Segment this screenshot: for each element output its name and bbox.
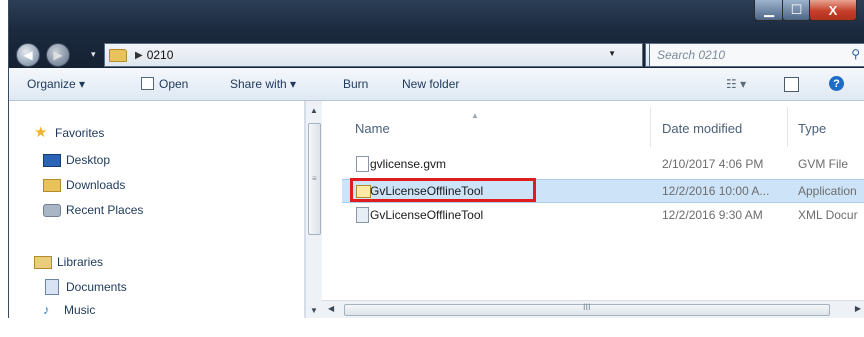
- breadcrumb-chevron-icon[interactable]: ▶: [135, 50, 143, 61]
- sidebar-item-label: Downloads: [66, 178, 126, 192]
- file-date: 2/10/2017 4:06 PM: [662, 157, 764, 171]
- sidebar-item-label: Desktop: [66, 153, 111, 167]
- maximize-icon: ☐: [790, 2, 803, 17]
- downloads-folder-icon: [43, 178, 61, 192]
- star-icon: ★: [34, 124, 48, 141]
- document-file-icon: [356, 156, 369, 172]
- sort-ascending-icon: ▲: [471, 111, 479, 120]
- sidebar-item-label: Music: [64, 303, 96, 317]
- minimize-icon: ▁: [764, 2, 774, 17]
- breadcrumb-folder[interactable]: 0210: [147, 48, 174, 62]
- preview-pane-icon[interactable]: [784, 77, 799, 92]
- sidebar-item-label: Libraries: [57, 255, 104, 269]
- documents-icon: [45, 279, 59, 295]
- burn-button[interactable]: Burn: [343, 77, 368, 91]
- open-button[interactable]: Open: [141, 77, 188, 91]
- file-type: GVM File: [798, 157, 849, 171]
- column-divider[interactable]: [787, 107, 788, 147]
- back-arrow-icon: ◀: [23, 48, 33, 62]
- back-button[interactable]: ◀: [16, 43, 40, 67]
- sidebar-item-label: Favorites: [55, 126, 105, 140]
- close-button[interactable]: X: [809, 0, 857, 21]
- forward-arrow-icon: ▶: [53, 48, 63, 62]
- file-row[interactable]: GvLicenseOfflineTool 12/2/2016 9:30 AM X…: [342, 204, 864, 226]
- scroll-down-icon[interactable]: ▼: [310, 306, 318, 315]
- search-field[interactable]: Search 0210 ⚲: [649, 43, 864, 67]
- sidebar-item-label: Documents: [66, 280, 127, 294]
- sidebar-item-downloads[interactable]: Downloads: [43, 178, 125, 192]
- scrollbar-thumb[interactable]: ≡: [308, 123, 321, 235]
- file-list: ▲ Name Date modified Type gvlicense.gvm …: [322, 101, 864, 318]
- grip-icon: ≡: [312, 174, 317, 183]
- search-placeholder: Search 0210: [657, 48, 726, 62]
- sidebar-item-desktop[interactable]: Desktop: [43, 153, 110, 167]
- horizontal-scrollbar[interactable]: ◀ III ▶: [322, 300, 864, 318]
- file-date: 12/2/2016 10:00 A...: [662, 184, 770, 198]
- music-icon: ♪: [43, 302, 50, 317]
- command-bar: Organize ▾ Open Share with ▾ Burn New fo…: [9, 68, 864, 101]
- sidebar-item-music[interactable]: ♪ Music: [43, 302, 96, 318]
- scroll-right-icon[interactable]: ▶: [855, 304, 861, 313]
- sidebar-item-favorites[interactable]: ★ Favorites: [34, 124, 105, 141]
- title-bar: ▁ ☐ X ◀ ▶ ▾ ▶ 0210 ▼ ⟳ Search 0210 ⚲: [9, 0, 864, 68]
- minimize-button[interactable]: ▁: [754, 0, 784, 21]
- address-dropdown-icon[interactable]: ▼: [608, 49, 616, 58]
- column-header-date-modified[interactable]: Date modified: [662, 121, 742, 136]
- change-view-icon[interactable]: ☷ ▾: [726, 77, 746, 91]
- maximize-button[interactable]: ☐: [782, 0, 811, 21]
- column-header-name[interactable]: Name: [355, 121, 390, 136]
- desktop-icon: [43, 153, 61, 167]
- file-name: gvlicense.gvm: [370, 157, 447, 171]
- highlight-annotation-box: [350, 178, 536, 202]
- scroll-left-icon[interactable]: ◀: [328, 304, 334, 313]
- column-divider[interactable]: [650, 107, 651, 147]
- organize-button[interactable]: Organize ▾: [27, 77, 85, 91]
- libraries-icon: [34, 255, 52, 269]
- file-name: GvLicenseOfflineTool: [370, 208, 484, 222]
- file-type: Application: [798, 184, 857, 198]
- folder-icon: [109, 48, 127, 62]
- explorer-window: ▁ ☐ X ◀ ▶ ▾ ▶ 0210 ▼ ⟳ Search 0210 ⚲ Org…: [8, 0, 864, 318]
- horizontal-scrollbar-thumb[interactable]: III: [344, 302, 830, 316]
- sidebar-item-label: Recent Places: [66, 203, 144, 217]
- file-type: XML Docur: [798, 208, 858, 222]
- grip-icon: III: [583, 302, 591, 312]
- open-label: Open: [159, 77, 189, 91]
- xml-file-icon: [356, 207, 369, 223]
- scroll-up-icon[interactable]: ▲: [310, 106, 318, 115]
- sidebar-item-libraries[interactable]: Libraries: [34, 255, 103, 269]
- forward-button[interactable]: ▶: [46, 43, 70, 67]
- file-date: 12/2/2016 9:30 AM: [662, 208, 763, 222]
- new-folder-button[interactable]: New folder: [402, 77, 459, 91]
- open-icon: [141, 77, 154, 90]
- navigation-pane: ★ Favorites Desktop Downloads Recent Pla…: [9, 101, 305, 318]
- sidebar-item-documents[interactable]: Documents: [43, 279, 127, 295]
- navigation-scrollbar[interactable]: ▲ ≡ ▼: [305, 101, 322, 318]
- help-icon[interactable]: ?: [829, 76, 844, 91]
- recent-places-icon: [43, 203, 61, 217]
- history-dropdown-icon[interactable]: ▾: [91, 49, 96, 60]
- search-icon[interactable]: ⚲: [851, 47, 860, 61]
- share-with-button[interactable]: Share with ▾: [230, 77, 296, 91]
- column-header-type[interactable]: Type: [798, 121, 826, 136]
- sidebar-item-recent-places[interactable]: Recent Places: [43, 203, 143, 217]
- address-bar[interactable]: ▶ 0210 ▼: [104, 43, 643, 67]
- file-row[interactable]: gvlicense.gvm 2/10/2017 4:06 PM GVM File: [342, 153, 864, 175]
